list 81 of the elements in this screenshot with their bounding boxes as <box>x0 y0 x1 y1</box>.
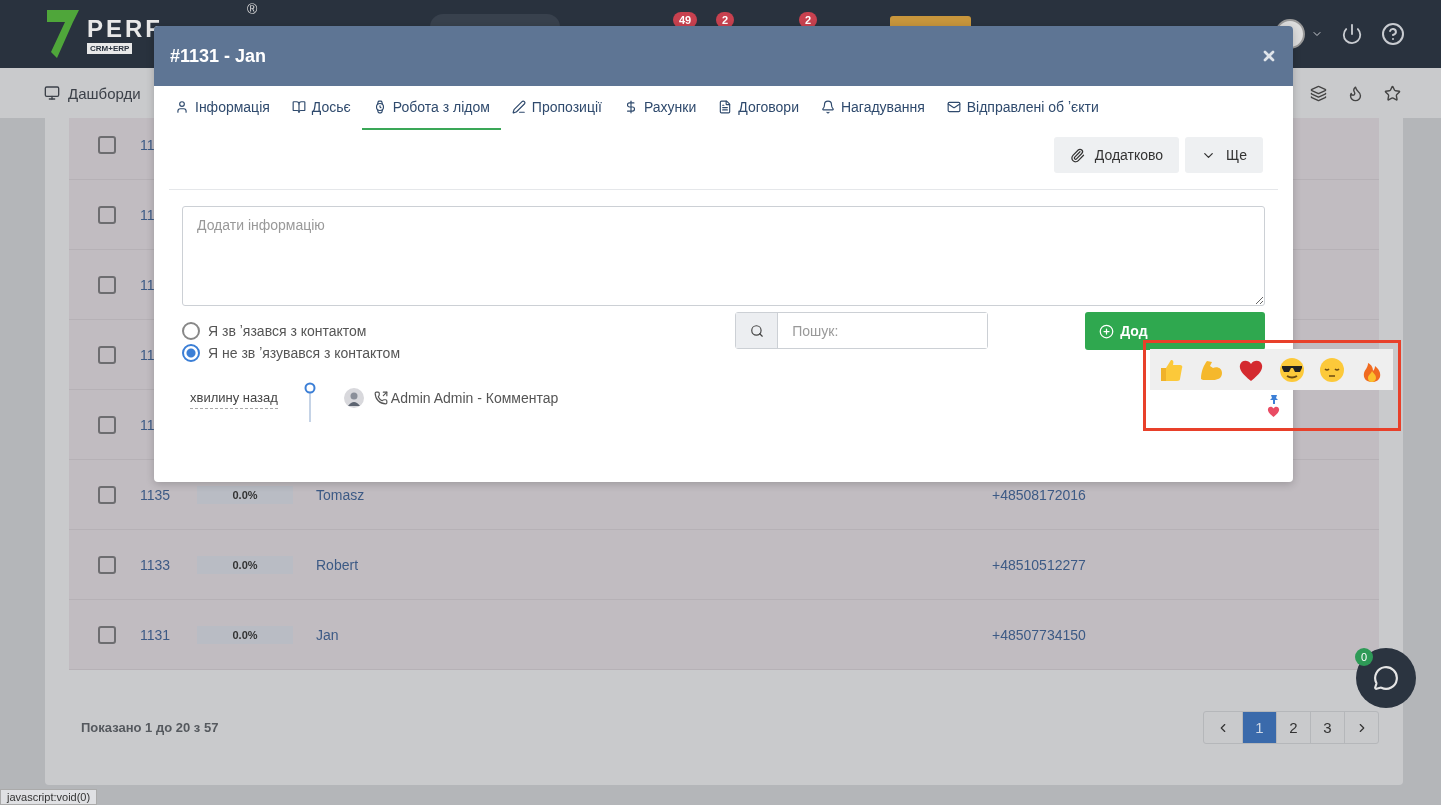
modal-tab[interactable]: Робота з лідом <box>361 86 501 130</box>
power-icon[interactable] <box>1341 23 1363 45</box>
radio-button[interactable] <box>182 344 200 362</box>
modal-tab[interactable]: Рахунки <box>612 86 708 130</box>
phone-link[interactable]: +48508172016 <box>992 486 1086 503</box>
radio-label: Я зв ʼязався з контактом <box>208 323 367 339</box>
flame-icon[interactable] <box>1347 84 1364 102</box>
row-checkbox[interactable] <box>98 205 116 224</box>
page-button[interactable]: 1 <box>1242 712 1276 743</box>
document-icon <box>718 100 733 114</box>
bell-icon <box>820 100 835 114</box>
user-icon <box>175 100 189 114</box>
row-checkbox[interactable] <box>98 625 116 644</box>
row-checkbox[interactable] <box>98 275 116 294</box>
modal-tab[interactable]: Інформація <box>164 86 281 130</box>
row-checkbox[interactable] <box>98 345 116 364</box>
sunglasses-emoji-icon[interactable] <box>1278 356 1305 383</box>
phone-outgoing-icon <box>373 391 388 405</box>
monitor-icon <box>44 85 60 101</box>
row-checkbox[interactable] <box>98 555 116 574</box>
modal-tab[interactable]: Досьє <box>280 86 362 130</box>
lead-id-link[interactable]: 1135 <box>140 486 197 503</box>
search-icon <box>749 323 764 338</box>
tab-label: Нагадування <box>840 99 925 115</box>
pagination-summary: Показано 1 до 20 з 57 <box>81 720 219 735</box>
layers-icon[interactable] <box>1310 84 1327 102</box>
note-field[interactable]: Додати інформацію <box>182 206 1265 306</box>
tab-label: Робота з лідом <box>392 99 490 115</box>
logo-subtitle: CRM+ERP <box>87 42 133 54</box>
logo-text: PERF <box>87 14 163 43</box>
phone-link[interactable]: +48507734150 <box>992 626 1086 643</box>
lead-id-link[interactable]: 1133 <box>140 556 197 573</box>
pencil-icon <box>511 100 526 114</box>
sad-emoji-icon[interactable] <box>1318 356 1345 383</box>
mail-icon <box>946 100 961 114</box>
paperclip-icon <box>1069 147 1085 163</box>
plus-circle-icon <box>1099 323 1115 339</box>
pin-icon <box>1270 394 1278 404</box>
modal-tab[interactable]: Відправлені об ʼєкти <box>935 86 1110 130</box>
tab-label: Відправлені об ʼєкти <box>966 99 1099 115</box>
tab-label: Досьє <box>311 99 351 115</box>
close-button[interactable] <box>1261 48 1277 64</box>
modal-title: #1131 - Jan <box>170 45 267 67</box>
page-button[interactable]: 2 <box>1276 712 1310 743</box>
timestamp: хвилину назад <box>190 390 278 409</box>
status-bar: javascript:void(0) <box>0 789 98 805</box>
chat-bubble-icon <box>1373 665 1399 691</box>
row-checkbox[interactable] <box>98 485 116 504</box>
modal-tab[interactable]: Пропозиції <box>500 86 613 130</box>
row-checkbox[interactable] <box>98 135 116 154</box>
phone-link[interactable]: +48510512277 <box>992 556 1086 573</box>
action-button[interactable]: Ще <box>1185 137 1263 173</box>
timeline-entry: Admin Admin - Комментар <box>390 390 559 406</box>
tab-label: Пропозиції <box>531 99 602 115</box>
search-field[interactable]: Пошук: <box>735 312 989 349</box>
radio-button[interactable] <box>182 322 200 340</box>
dashboards-menu-item[interactable]: Дашборди <box>44 84 141 102</box>
tab-label: Рахунки <box>643 99 697 115</box>
heart-icon <box>1267 406 1280 417</box>
lead-name-link[interactable]: Tomasz <box>316 486 992 503</box>
radio-label: Я не зв ʼязувався з контактом <box>208 345 401 361</box>
modal-tab[interactable]: Договори <box>707 86 810 130</box>
row-checkbox[interactable] <box>98 415 116 434</box>
progress-label: 0.0% <box>197 625 293 644</box>
lead-name-link[interactable]: Jan <box>316 626 992 643</box>
progress-label: 0.0% <box>197 555 293 574</box>
tab-label: Інформація <box>195 99 270 115</box>
logo-icon <box>45 8 81 60</box>
progress-label: 0.0% <box>197 485 293 504</box>
tab-label: Договори <box>738 99 799 115</box>
timeline-node <box>303 382 316 422</box>
lead-name-link[interactable]: Robert <box>316 556 992 573</box>
modal-tab[interactable]: Нагадування <box>809 86 936 130</box>
registered-mark: ® <box>247 0 258 17</box>
dashboards-label: Дашборди <box>68 84 141 102</box>
page-button[interactable]: 3 <box>1310 712 1344 743</box>
book-icon <box>291 100 306 114</box>
action-button[interactable]: Додатково <box>1053 137 1180 173</box>
help-icon[interactable] <box>1381 22 1405 46</box>
star-icon[interactable] <box>1384 84 1401 102</box>
lead-id-link[interactable]: 1131 <box>140 626 197 643</box>
